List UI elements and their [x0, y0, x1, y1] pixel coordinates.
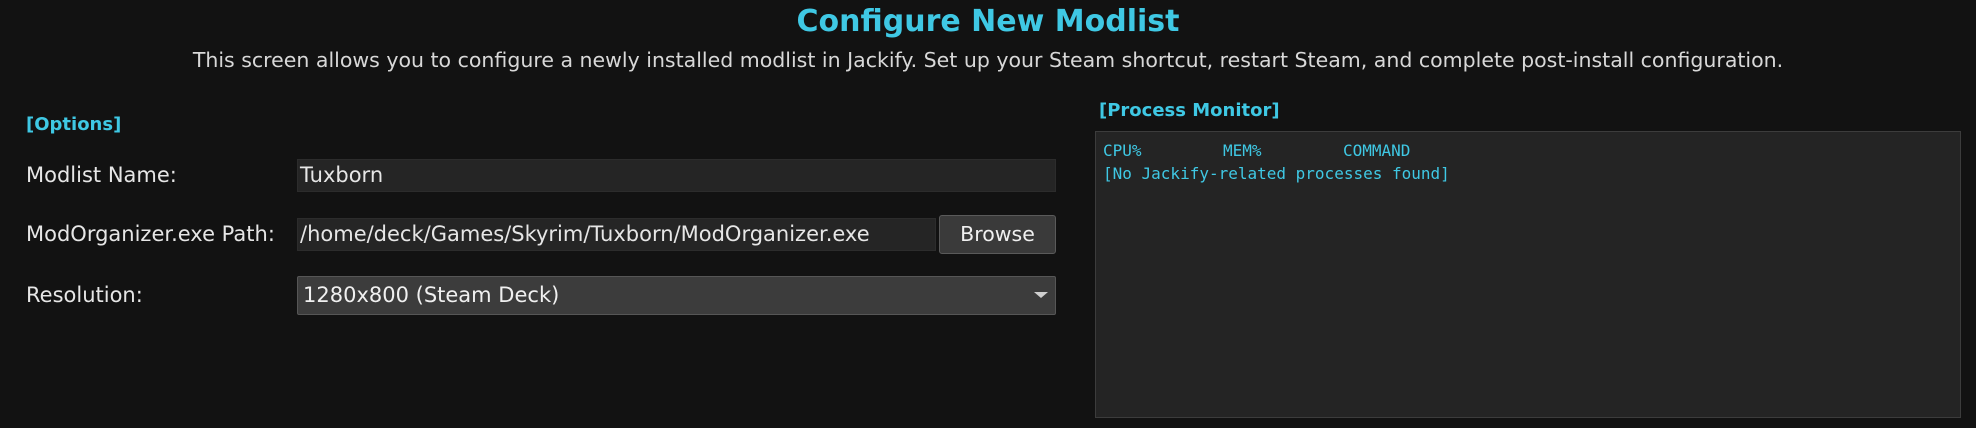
chevron-down-icon [1034, 292, 1048, 298]
page-title: Configure New Modlist [796, 4, 1180, 39]
column-cpu: CPU% [1103, 141, 1142, 160]
modlist-name-field[interactable]: Tuxborn [297, 159, 1056, 192]
process-table-header: CPU% MEM% COMMAND [1103, 140, 1943, 162]
column-mem: MEM% [1223, 141, 1262, 160]
page-description: This screen allows you to configure a ne… [192, 48, 1784, 72]
resolution-label: Resolution: [26, 283, 143, 307]
options-header: [Options] [26, 114, 122, 135]
process-monitor-output[interactable]: CPU% MEM% COMMAND [No Jackify-related pr… [1095, 131, 1961, 418]
mo-path-label: ModOrganizer.exe Path: [26, 222, 275, 246]
process-monitor-header: [Process Monitor] [1099, 100, 1280, 121]
browse-button[interactable]: Browse [939, 215, 1056, 254]
mo-path-field[interactable]: /home/deck/Games/Skyrim/Tuxborn/ModOrgan… [297, 218, 936, 251]
modlist-name-label: Modlist Name: [26, 163, 177, 187]
resolution-selected-value: 1280x800 (Steam Deck) [303, 283, 560, 307]
resolution-dropdown[interactable]: 1280x800 (Steam Deck) [297, 276, 1056, 315]
column-command: COMMAND [1343, 141, 1411, 160]
process-empty-message: [No Jackify-related processes found] [1103, 164, 1450, 183]
